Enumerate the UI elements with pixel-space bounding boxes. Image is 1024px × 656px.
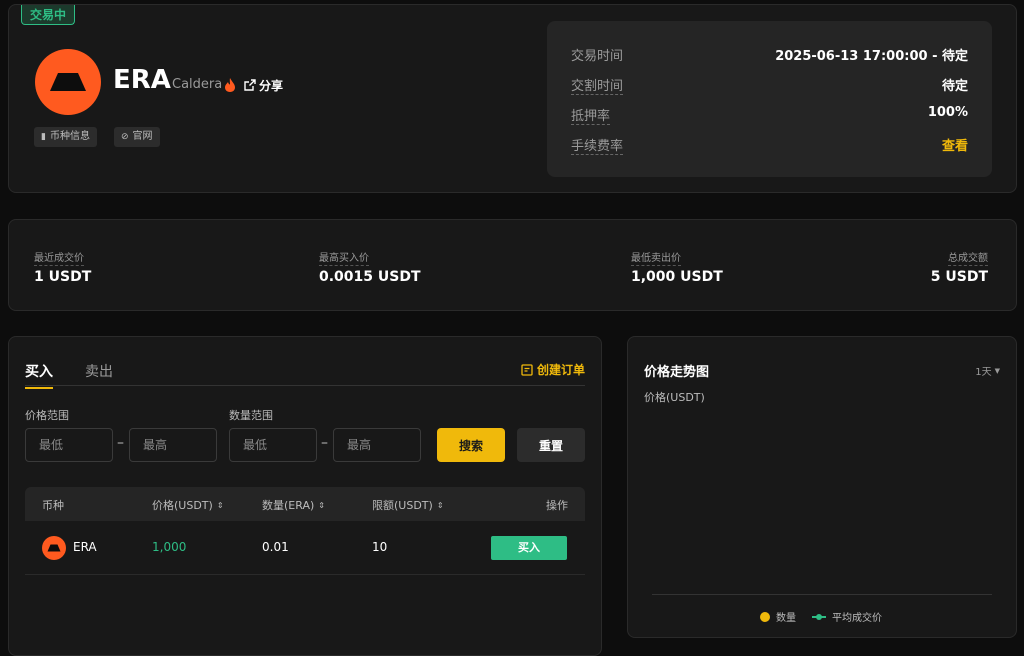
schedule-panel: 交易时间 2025-06-13 17:00:00 - 待定 交割时间 待定 抵押… [547, 21, 992, 177]
column-token: 币种 [42, 497, 64, 513]
schedule-row-collateral: 抵押率 100% [571, 105, 968, 125]
price-range-label: 价格范围 [25, 409, 69, 422]
website-button[interactable]: ⊘ 官网 [114, 127, 160, 147]
view-fee-link[interactable]: 查看 [942, 135, 968, 155]
share-button[interactable]: 分享 [259, 77, 283, 94]
schedule-row-delivery-time: 交割时间 待定 [571, 75, 968, 95]
chart-title: 价格走势图 [644, 365, 710, 380]
tab-buy[interactable]: 买入 [25, 361, 53, 389]
row-token: ERA [73, 540, 97, 554]
token-logo [42, 536, 66, 560]
chevron-down-icon: ▼ [994, 366, 1000, 375]
website-label: 官网 [132, 131, 153, 142]
create-order-icon [521, 363, 533, 376]
status-badge: 交易中 [21, 5, 76, 25]
legend-item-quantity[interactable]: 数量 [760, 609, 796, 624]
chart-x-axis [652, 594, 992, 595]
link-icon: ⊘ [121, 132, 129, 142]
chart-legend: 数量 平均成交价 [760, 609, 882, 624]
stat-value: 1,000 USDT [631, 269, 723, 285]
time-range-value: 1天 [975, 367, 992, 378]
schedule-value: 2025-06-13 17:00:00 - 待定 [775, 49, 968, 64]
quantity-range-label: 数量范围 [229, 409, 273, 422]
create-order-label: 创建订单 [536, 363, 585, 377]
row-price: 1,000 [152, 540, 187, 554]
reset-button[interactable]: 重置 [517, 428, 585, 462]
chart-plot-area [652, 407, 992, 597]
column-price[interactable]: 价格(USDT) ⇕ [152, 497, 224, 513]
stat-best-bid: 最高买入价 0.0015 USDT [319, 246, 421, 285]
sort-icon: ⇕ [436, 500, 444, 510]
stat-value: 0.0015 USDT [319, 269, 421, 285]
stat-label: 最近成交价 [34, 249, 84, 266]
schedule-row-trade-time: 交易时间 2025-06-13 17:00:00 - 待定 [571, 45, 968, 64]
sort-icon: ⇕ [216, 500, 224, 510]
schedule-key: 交易时间 [571, 49, 624, 64]
create-order-button[interactable]: 创建订单 [521, 361, 585, 378]
tab-sell[interactable]: 卖出 [85, 361, 113, 381]
range-dash: – [117, 435, 124, 451]
legend-dot-icon [760, 611, 770, 622]
column-limit[interactable]: 限额(USDT) ⇕ [372, 497, 444, 513]
schedule-value: 待定 [941, 79, 968, 94]
schedule-key: 抵押率 [571, 105, 611, 125]
stat-label: 最低卖出价 [631, 249, 681, 266]
legend-label: 平均成交价 [832, 613, 882, 624]
market-stats-card: 最近成交价 1 USDT 最高买入价 0.0015 USDT 最低卖出价 1,0… [8, 219, 1017, 311]
token-name: Caldera [172, 77, 223, 92]
stat-label: 总成交额 [948, 249, 988, 266]
quantity-max-input[interactable] [333, 428, 421, 462]
quantity-min-input[interactable] [229, 428, 317, 462]
stat-value: 5 USDT [930, 269, 988, 285]
legend-line-icon [812, 613, 826, 620]
stat-label: 最高买入价 [319, 249, 369, 266]
buy-button[interactable]: 买入 [491, 536, 567, 560]
price-max-input[interactable] [129, 428, 217, 462]
row-limit: 10 [372, 540, 388, 554]
sort-icon: ⇕ [318, 500, 325, 510]
price-min-input[interactable] [25, 428, 113, 462]
column-quantity[interactable]: 数量(ERA) ⇕ [262, 497, 325, 513]
schedule-key: 交割时间 [571, 75, 624, 95]
order-book-card: 买入 卖出 创建订单 价格范围 数量范围 – – 搜索 重置 币种 价格(USD… [8, 336, 602, 656]
token-info-label: 币种信息 [49, 131, 90, 142]
stat-last-price: 最近成交价 1 USDT [34, 246, 91, 285]
column-label: 币种 [42, 499, 64, 512]
search-button[interactable]: 搜索 [437, 428, 505, 462]
column-action: 操作 [546, 497, 568, 513]
stat-best-ask: 最低卖出价 1,000 USDT [631, 246, 723, 285]
table-row: ERA 1,000 0.01 10 买入 [25, 521, 585, 575]
orders-table-header: 币种 价格(USDT) ⇕ 数量(ERA) ⇕ 限额(USDT) ⇕ 操作 [25, 487, 585, 521]
schedule-value: 100% [927, 105, 968, 120]
legend-item-avg-price[interactable]: 平均成交价 [812, 609, 882, 624]
time-range-select[interactable]: 1天 ▼ [975, 363, 1000, 379]
token-info-button[interactable]: ▮ 币种信息 [34, 127, 97, 147]
range-dash: – [321, 435, 328, 451]
column-label: 限额(USDT) [372, 499, 433, 512]
token-symbol: ERA [113, 65, 171, 95]
column-label: 价格(USDT) [152, 499, 213, 512]
column-label: 数量(ERA) [262, 499, 315, 512]
price-chart-card: 价格走势图 1天 ▼ 价格(USDT) 数量 平均成交价 [627, 336, 1017, 638]
stat-volume: 总成交额 5 USDT [931, 246, 988, 285]
schedule-row-fee-rate: 手续费率 查看 [571, 135, 968, 155]
column-label: 操作 [546, 499, 568, 512]
schedule-key: 手续费率 [571, 135, 624, 155]
legend-label: 数量 [776, 613, 796, 624]
tabs-divider [25, 385, 585, 386]
fire-icon [225, 78, 235, 92]
share-icon[interactable] [244, 79, 256, 91]
bar-chart-icon: ▮ [41, 132, 46, 142]
y-axis-label: 价格(USDT) [644, 391, 705, 404]
token-logo [35, 49, 101, 115]
row-quantity: 0.01 [262, 540, 289, 554]
token-overview-card: 交易中 ERA Caldera 分享 ▮ 币种信息 ⊘ 官网 交易时间 2025… [8, 4, 1017, 193]
stat-value: 1 USDT [34, 269, 92, 285]
